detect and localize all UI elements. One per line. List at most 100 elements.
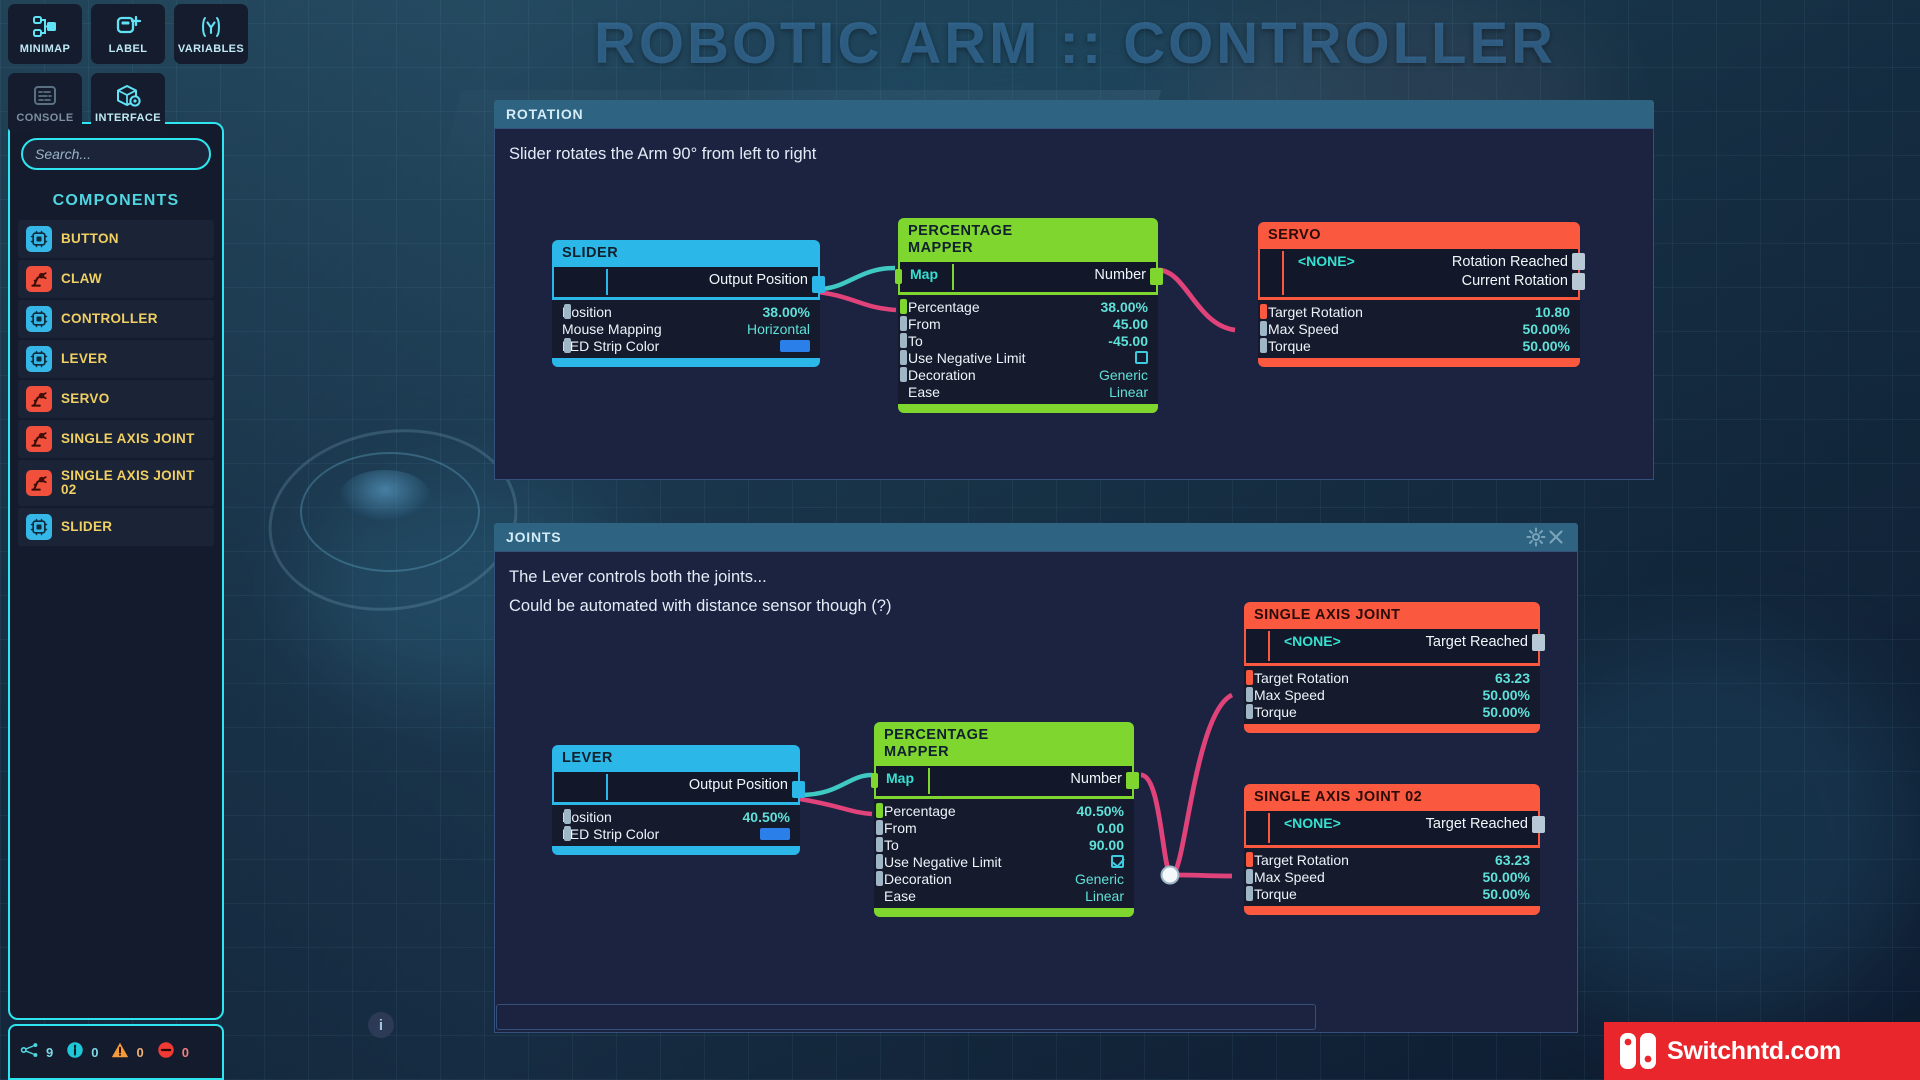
input-port[interactable]	[900, 350, 907, 366]
node-slider[interactable]: SLIDER Output Position Position 38.00% M…	[552, 240, 825, 368]
input-port[interactable]	[1260, 338, 1267, 354]
input-port[interactable]	[900, 333, 907, 349]
toolbar-button-variables[interactable]: VARIABLES	[174, 4, 248, 64]
io-divider	[1268, 813, 1270, 844]
search-box[interactable]	[21, 138, 211, 170]
property-row[interactable]: To 90.00	[876, 836, 1124, 853]
status-nodes[interactable]: 9	[20, 1041, 53, 1064]
component-item-slider[interactable]: SLIDER	[18, 508, 214, 546]
node-single-axis-joint[interactable]: SINGLE AXIS JOINT <NONE> Target Reached …	[1244, 602, 1545, 734]
property-row[interactable]: Decoration Generic	[900, 366, 1148, 383]
output-port[interactable]	[792, 781, 805, 799]
input-port[interactable]	[900, 316, 907, 332]
property-row[interactable]: Torque 50.00%	[1260, 337, 1570, 354]
component-item-lever[interactable]: LEVER	[18, 340, 214, 378]
input-port[interactable]	[1246, 852, 1253, 868]
info-button[interactable]: i	[368, 1012, 394, 1038]
output-port-2[interactable]	[1572, 273, 1585, 291]
property-row[interactable]: Decoration Generic	[876, 870, 1124, 887]
output-port[interactable]	[1532, 634, 1545, 652]
status-error[interactable]: 0	[156, 1040, 189, 1065]
input-port[interactable]	[900, 299, 907, 315]
status-info[interactable]: 0	[65, 1040, 98, 1065]
input-port[interactable]	[564, 809, 571, 825]
color-swatch[interactable]	[760, 827, 790, 840]
input-port[interactable]	[564, 338, 571, 354]
search-input[interactable]	[35, 146, 197, 162]
toolbar-button-console[interactable]: CONSOLE	[8, 73, 82, 133]
property-row[interactable]: Use Negative Limit	[876, 853, 1124, 870]
property-row[interactable]: LED Strip Color	[562, 337, 810, 354]
checkbox-use-negative-limit[interactable]	[1135, 351, 1148, 365]
input-port[interactable]	[900, 367, 907, 383]
property-row[interactable]: Ease Linear	[884, 887, 1124, 904]
component-item-servo[interactable]: SERVO	[18, 380, 214, 418]
output-port[interactable]	[1150, 268, 1163, 286]
node-percentage-mapper-1[interactable]: PERCENTAGE MAPPER Map Number Percentage …	[895, 218, 1163, 414]
property-row[interactable]: From 0.00	[876, 819, 1124, 836]
input-port[interactable]	[564, 826, 571, 842]
input-port[interactable]	[1246, 670, 1253, 686]
property-row[interactable]: To -45.00	[900, 332, 1148, 349]
component-label: CLAW	[61, 270, 102, 286]
property-row[interactable]: Target Rotation 10.80	[1260, 303, 1570, 320]
input-port[interactable]	[1246, 704, 1253, 720]
property-row[interactable]: Max Speed 50.00%	[1260, 320, 1570, 337]
input-port[interactable]	[876, 854, 883, 870]
panel-header[interactable]: JOINTS	[494, 523, 1578, 551]
node-io-row: Map Number	[871, 766, 1139, 797]
input-port[interactable]	[1246, 869, 1253, 885]
property-row[interactable]: Position 40.50%	[562, 808, 790, 825]
property-row[interactable]: Ease Linear	[908, 383, 1148, 400]
checkbox-use-negative-limit[interactable]	[1111, 855, 1124, 869]
property-row[interactable]: Target Rotation 63.23	[1246, 851, 1530, 868]
output-port[interactable]	[1532, 816, 1545, 834]
input-port[interactable]	[1246, 886, 1253, 902]
robot-arm-icon	[26, 470, 52, 496]
toolbar-button-interface[interactable]: INTERFACE	[91, 73, 165, 133]
component-item-controller[interactable]: CONTROLLER	[18, 300, 214, 338]
input-port[interactable]	[871, 773, 878, 789]
input-port[interactable]	[876, 820, 883, 836]
output-port[interactable]	[812, 276, 825, 294]
input-port[interactable]	[876, 871, 883, 887]
input-port[interactable]	[876, 837, 883, 853]
node-single-axis-joint-02[interactable]: SINGLE AXIS JOINT 02 <NONE> Target Reach…	[1244, 784, 1545, 916]
property-row[interactable]: Percentage 38.00%	[900, 298, 1148, 315]
property-row[interactable]: Percentage 40.50%	[876, 802, 1124, 819]
property-row[interactable]: Max Speed 50.00%	[1246, 686, 1530, 703]
property-row[interactable]: Max Speed 50.00%	[1246, 868, 1530, 885]
property-row[interactable]: Torque 50.00%	[1246, 703, 1530, 720]
input-port[interactable]	[564, 304, 571, 320]
node-servo[interactable]: SERVO <NONE> Rotation Reached Current Ro…	[1258, 222, 1585, 368]
color-swatch[interactable]	[780, 339, 810, 352]
property-row[interactable]: Position 38.00%	[562, 303, 810, 320]
component-item-single-axis-joint-02[interactable]: SINGLE AXIS JOINT 02	[18, 460, 214, 506]
property-row[interactable]: Mouse Mapping Horizontal	[562, 320, 810, 337]
close-icon[interactable]	[1546, 527, 1566, 547]
component-item-single-axis-joint[interactable]: SINGLE AXIS JOINT	[18, 420, 214, 458]
node-percentage-mapper-2[interactable]: PERCENTAGE MAPPER Map Number Percentage …	[871, 722, 1139, 918]
input-port[interactable]	[1260, 304, 1267, 320]
property-row[interactable]: Use Negative Limit	[900, 349, 1148, 366]
component-item-button[interactable]: BUTTON	[18, 220, 214, 258]
property-row[interactable]: Torque 50.00%	[1246, 885, 1530, 902]
gear-icon[interactable]	[1526, 527, 1546, 547]
input-port[interactable]	[895, 269, 902, 285]
node-lever[interactable]: LEVER Output Position Position 40.50% LE…	[552, 745, 805, 856]
toolbar-button-minimap[interactable]: MINIMAP	[8, 4, 82, 64]
status-warning[interactable]: 0	[110, 1040, 144, 1065]
output-port[interactable]	[1126, 772, 1139, 790]
input-port[interactable]	[1246, 687, 1253, 703]
property-name: Mouse Mapping	[562, 320, 662, 337]
horizontal-scroll-track[interactable]	[496, 1004, 1316, 1030]
property-row[interactable]: Target Rotation 63.23	[1246, 669, 1530, 686]
input-port[interactable]	[876, 803, 883, 819]
panel-header[interactable]: ROTATION	[494, 100, 1654, 128]
property-row[interactable]: From 45.00	[900, 315, 1148, 332]
component-item-claw[interactable]: CLAW	[18, 260, 214, 298]
toolbar-button-label[interactable]: LABEL	[91, 4, 165, 64]
output-port-1[interactable]	[1572, 253, 1585, 271]
input-port[interactable]	[1260, 321, 1267, 337]
property-row[interactable]: LED Strip Color	[562, 825, 790, 842]
